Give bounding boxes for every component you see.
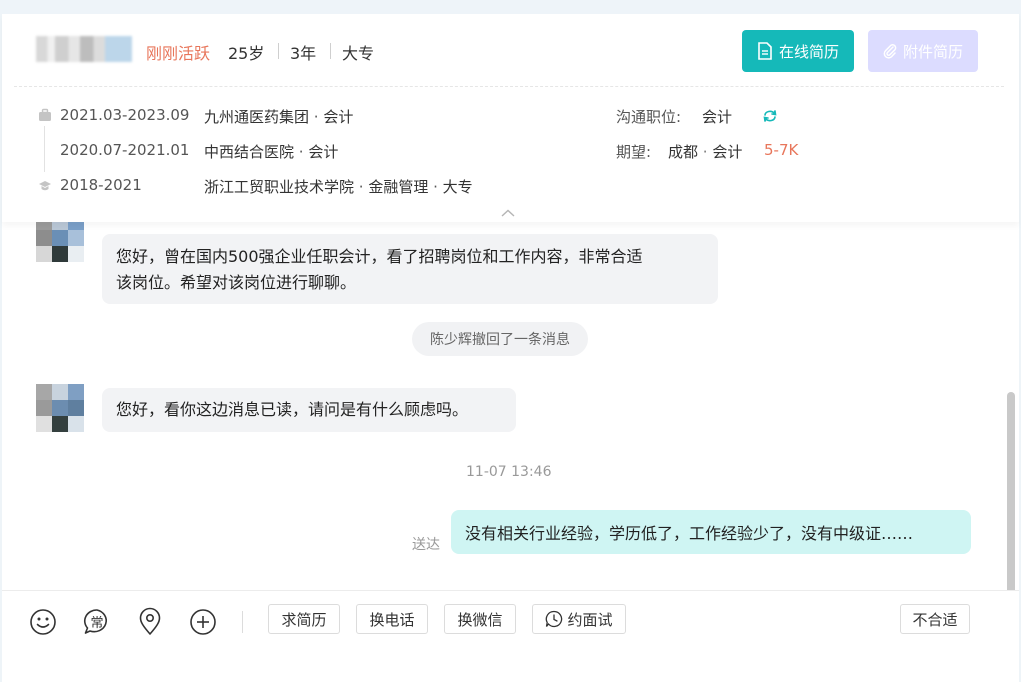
chat-panel: 刚刚活跃 25岁 3年 大专 在线简历 附件简历 2021.03-2023.09… xyxy=(2,14,1019,682)
work-org-name: 九州通医药集团 xyxy=(204,108,310,126)
toolbar-divider xyxy=(242,611,243,633)
common-phrase-glyph: 常 xyxy=(90,616,104,631)
online-resume-label: 在线简历 xyxy=(778,42,839,61)
position-label: 沟通职位: xyxy=(616,108,682,126)
edu-period: 2018-2021 xyxy=(60,176,142,194)
work-org-name: 中西结合医院 xyxy=(204,143,295,161)
recruiter-avatar xyxy=(36,384,86,434)
edu-school: 浙江工贸职业技术学院 · 金融管理 · 大专 xyxy=(204,178,473,196)
delivery-status: 送达 xyxy=(412,537,440,553)
message-line: 该岗位。希望对该岗位进行聊聊。 xyxy=(116,273,357,292)
candidate-experience: 3年 xyxy=(290,44,317,63)
message-text: 没有相关行业经验，学历低了，工作经验少了，没有中级证…… xyxy=(465,524,914,543)
paperclip-icon xyxy=(883,44,897,59)
work-role: 会计 xyxy=(323,108,354,126)
timeline-line xyxy=(44,126,45,172)
plus-icon[interactable] xyxy=(188,607,218,637)
work-period-1: 2021.03-2023.09 xyxy=(60,106,190,124)
work-role: 会计 xyxy=(308,143,339,161)
recall-notice: 陈少辉撤回了一条消息 xyxy=(412,322,588,356)
position-value: 会计 xyxy=(702,108,733,126)
clock-icon xyxy=(546,610,563,628)
meta-divider xyxy=(278,43,279,59)
candidate-name-blurred xyxy=(36,36,132,62)
attachment-resume-button[interactable]: 附件简历 xyxy=(868,30,978,72)
message-list[interactable]: 您好，曾在国内500强企业任职会计，看了招聘岗位和工作内容，非常合适 该岗位。希… xyxy=(2,214,1019,600)
expected-salary: 5-7K xyxy=(764,141,799,159)
schedule-interview-button[interactable]: 约面试 xyxy=(532,604,626,634)
candidate-age: 25岁 xyxy=(228,44,265,63)
candidate-header: 刚刚活跃 25岁 3年 大专 在线简历 附件简历 2021.03-2023.09… xyxy=(2,14,1019,222)
expected-city: 成都 xyxy=(668,143,699,161)
composer-toolbar: 常 求简历 换电话 换微信 约面试 不合适 xyxy=(2,590,1019,682)
active-status: 刚刚活跃 xyxy=(146,44,211,63)
request-resume-button[interactable]: 求简历 xyxy=(268,604,340,634)
message-bubble-received: 您好，看你这边消息已读，请问是有什么顾虑吗。 xyxy=(102,388,516,432)
common-phrase-icon[interactable]: 常 xyxy=(82,607,112,637)
meta-divider xyxy=(330,43,331,59)
exchange-phone-button[interactable]: 换电话 xyxy=(356,604,428,634)
collapse-header-button[interactable] xyxy=(486,204,530,222)
chevron-up-icon xyxy=(501,209,515,217)
expected-role: 会计 xyxy=(712,143,743,161)
message-bubble-received: 您好，曾在国内500强企业任职会计，看了招聘岗位和工作内容，非常合适 该岗位。希… xyxy=(102,234,718,304)
message-timestamp: 11-07 13:46 xyxy=(466,464,552,480)
briefcase-icon xyxy=(39,108,51,121)
work-org-1: 九州通医药集团 · 会计 xyxy=(204,108,354,126)
interview-label: 约面试 xyxy=(567,610,613,629)
online-resume-button[interactable]: 在线简历 xyxy=(742,30,854,72)
switch-position-icon[interactable] xyxy=(762,109,778,123)
exchange-wechat-button[interactable]: 换微信 xyxy=(444,604,516,634)
work-org-2: 中西结合医院 · 会计 xyxy=(204,143,339,161)
expectation-detail: 成都 · 会计 xyxy=(668,143,743,161)
work-period-2: 2020.07-2021.01 xyxy=(60,141,190,159)
message-scrollbar[interactable] xyxy=(1007,392,1015,600)
not-suitable-button[interactable]: 不合适 xyxy=(900,604,970,634)
message-text: 您好，看你这边消息已读，请问是有什么顾虑吗。 xyxy=(116,400,469,419)
graduation-cap-icon xyxy=(39,181,51,191)
expectation-label: 期望: xyxy=(616,143,652,161)
major: 金融管理 xyxy=(368,178,429,196)
candidate-education: 大专 xyxy=(342,44,375,63)
attachment-resume-label: 附件简历 xyxy=(902,42,963,61)
school-name: 浙江工贸职业技术学院 xyxy=(204,178,355,196)
header-divider xyxy=(14,86,1004,87)
window-top-strip xyxy=(0,0,1021,14)
degree: 大专 xyxy=(442,178,473,196)
location-icon[interactable] xyxy=(135,607,165,637)
message-bubble-sent: 没有相关行业经验，学历低了，工作经验少了，没有中级证…… xyxy=(451,510,971,554)
emoji-icon[interactable] xyxy=(28,607,58,637)
document-icon xyxy=(758,42,772,60)
message-line: 您好，曾在国内500强企业任职会计，看了招聘岗位和工作内容，非常合适 xyxy=(116,247,643,266)
